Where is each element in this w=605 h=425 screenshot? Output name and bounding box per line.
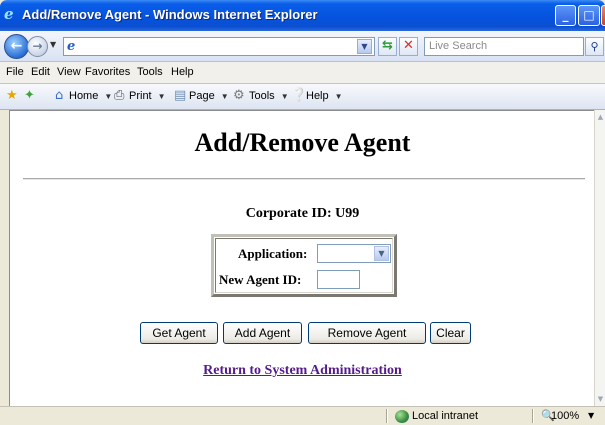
minimize-button[interactable]: _ — [555, 5, 576, 26]
forward-button[interactable]: → — [27, 36, 48, 57]
status-bar: Local intranet 🔍 100% ▼ — [0, 406, 605, 425]
help-label: Help — [306, 90, 329, 102]
refresh-button[interactable]: ⇆ — [378, 37, 397, 56]
favorites-star-icon[interactable]: ★ — [6, 89, 18, 103]
refresh-icon: ⇆ — [382, 38, 393, 53]
help-dropdown-icon[interactable]: ▼ — [335, 92, 343, 101]
menu-favorites[interactable]: Favorites — [85, 66, 130, 78]
application-select[interactable]: ▼ — [317, 244, 391, 263]
address-toolbar: ← → ▼ e ▼ ⇆ ✕ Live Search ⚲ — [0, 31, 605, 62]
new-agent-id-input[interactable] — [317, 270, 360, 289]
page-label: Page — [189, 90, 215, 102]
title-bar: e Add/Remove Agent - Windows Internet Ex… — [0, 0, 605, 31]
stop-icon: ✕ — [403, 38, 414, 53]
agent-form-inner: Application: ▼ New Agent ID: — [215, 238, 393, 293]
command-bar: ★ ✦ ⌂ Home ▼ ⎙ Print ▼ ▤ Page ▼ ⚙ Tools ▼ ❔ … — [0, 84, 605, 110]
page-button[interactable]: Page ▼ — [189, 90, 229, 102]
menu-edit[interactable]: Edit — [31, 66, 50, 78]
menu-tools[interactable]: Tools — [137, 66, 163, 78]
get-agent-button[interactable]: Get Agent — [140, 322, 218, 344]
ie-logo-icon: e — [4, 5, 14, 23]
home-button[interactable]: Home ▼ — [69, 90, 112, 102]
menu-help[interactable]: Help — [171, 66, 194, 78]
stop-button[interactable]: ✕ — [399, 37, 418, 56]
zoom-dropdown-icon[interactable]: ▼ — [588, 411, 594, 420]
tools-gear-icon: ⚙ — [233, 88, 245, 103]
scroll-up-icon[interactable]: ▲ — [596, 111, 605, 123]
status-separator — [386, 409, 388, 423]
home-icon: ⌂ — [55, 88, 64, 103]
address-input[interactable]: e ▼ — [63, 37, 375, 56]
close-button[interactable]: X — [601, 5, 605, 26]
chevron-down-icon[interactable]: ▼ — [374, 246, 389, 261]
scroll-down-icon[interactable]: ▼ — [596, 393, 605, 405]
page-menu-icon: ▤ — [174, 88, 187, 103]
back-arrow-icon: ← — [10, 38, 23, 54]
add-agent-button[interactable]: Add Agent — [223, 322, 302, 344]
menu-bar: File Edit View Favorites Tools Help — [0, 62, 605, 84]
menu-file[interactable]: File — [6, 66, 24, 78]
local-intranet-icon — [395, 410, 409, 423]
menu-view[interactable]: View — [57, 66, 81, 78]
page-content: Add/Remove Agent Corporate ID: U99 Appli… — [9, 110, 594, 406]
window-title: Add/Remove Agent - Windows Internet Expl… — [22, 7, 318, 22]
agent-form: Application: ▼ New Agent ID: — [211, 234, 397, 297]
zoom-level[interactable]: 100% — [551, 410, 579, 422]
horizontal-divider — [23, 178, 585, 180]
print-label: Print — [129, 90, 152, 102]
tools-label: Tools — [249, 90, 275, 102]
application-label: Application: — [238, 246, 308, 261]
tools-dropdown-icon[interactable]: ▼ — [281, 92, 289, 101]
forward-arrow-icon: → — [32, 39, 43, 53]
print-button[interactable]: Print ▼ — [129, 90, 166, 102]
home-dropdown-icon[interactable]: ▼ — [104, 92, 112, 101]
remove-agent-button[interactable]: Remove Agent — [308, 322, 426, 344]
return-to-system-admin-link[interactable]: Return to System Administration — [10, 363, 594, 379]
print-dropdown-icon[interactable]: ▼ — [158, 92, 166, 101]
clear-button[interactable]: Clear — [430, 322, 471, 344]
search-button[interactable]: ⚲ — [585, 37, 604, 56]
security-zone: Local intranet — [412, 410, 479, 422]
vertical-scrollbar[interactable]: ▲ ▼ — [594, 110, 605, 406]
help-icon: ❔ — [291, 88, 308, 103]
corporate-id: Corporate ID: U99 — [245, 206, 360, 221]
status-separator — [532, 409, 534, 423]
maximize-button[interactable]: □ — [578, 5, 600, 26]
home-label: Home — [69, 90, 99, 102]
address-dropdown-button[interactable]: ▼ — [357, 39, 372, 54]
tools-button[interactable]: Tools ▼ — [249, 90, 289, 102]
window-left-border — [0, 110, 9, 406]
help-button[interactable]: Help ▼ — [306, 90, 343, 102]
print-icon: ⎙ — [114, 88, 125, 103]
recent-pages-dropdown[interactable]: ▼ — [50, 40, 56, 49]
new-agent-id-label: New Agent ID: — [219, 272, 302, 287]
page-title: Add/Remove Agent — [194, 128, 411, 157]
page-icon: e — [67, 39, 76, 54]
page-dropdown-icon[interactable]: ▼ — [221, 92, 229, 101]
search-input[interactable]: Live Search — [424, 37, 584, 56]
search-icon: ⚲ — [590, 40, 599, 53]
back-button[interactable]: ← — [4, 34, 29, 59]
add-favorites-icon[interactable]: ✦ — [24, 89, 35, 103]
